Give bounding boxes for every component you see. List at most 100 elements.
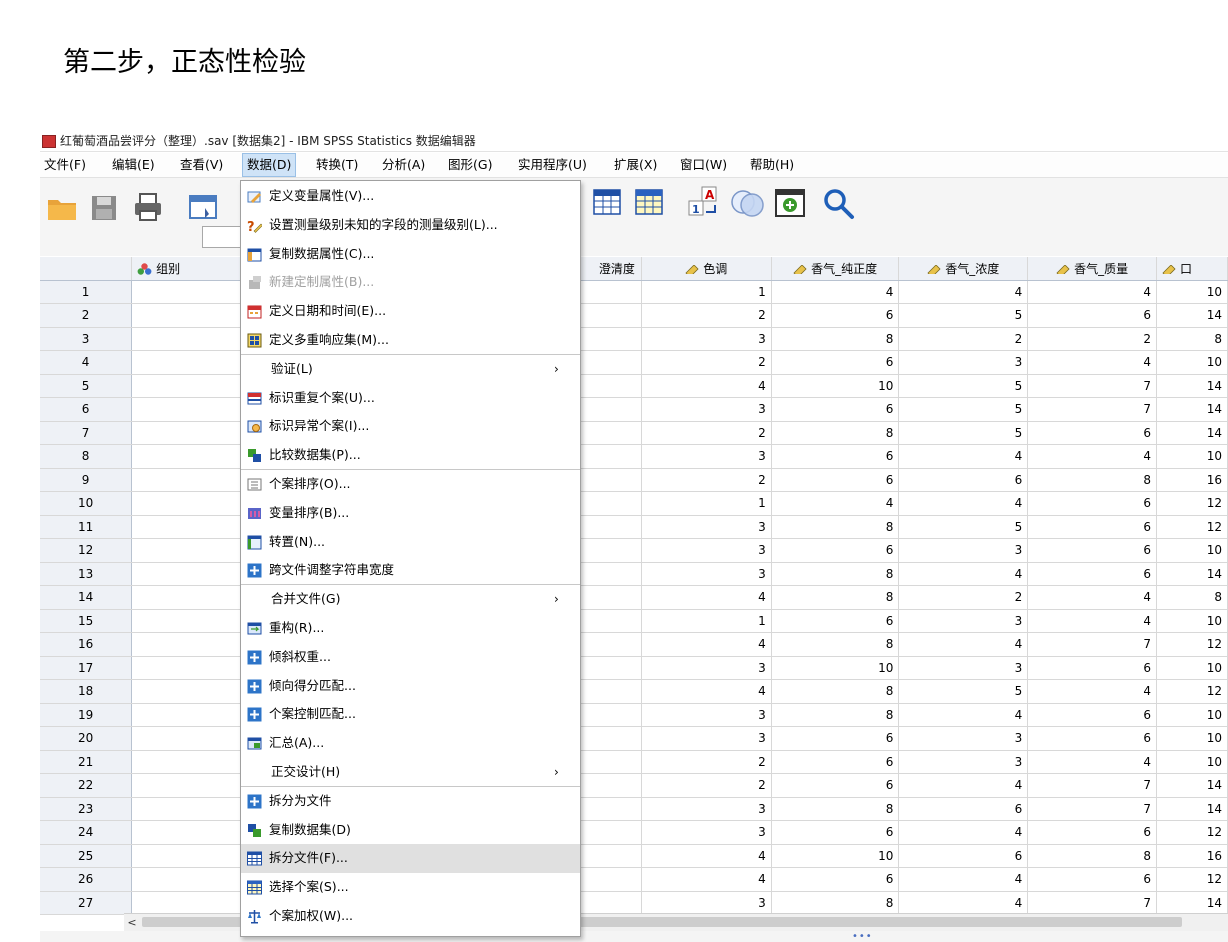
data-cell[interactable]: 6 (1027, 726, 1157, 751)
data-cell[interactable]: 4 (898, 562, 1029, 586)
data-cell[interactable]: 2 (641, 468, 772, 492)
data-cell[interactable]: 10 (771, 656, 900, 680)
data-menu-item-19[interactable]: 汇总(A)... (241, 729, 580, 758)
data-cell[interactable]: 12 (1156, 820, 1228, 845)
data-cell[interactable]: 12 (1156, 515, 1228, 539)
data-cell[interactable]: 10 (1156, 750, 1228, 774)
data-cell[interactable]: 3 (898, 609, 1029, 633)
data-cell[interactable]: 12 (1156, 632, 1228, 657)
data-cell[interactable]: 3 (898, 538, 1029, 563)
data-cell[interactable]: 6 (1027, 703, 1157, 727)
data-cell[interactable]: 6 (898, 797, 1029, 821)
column-header-partial[interactable]: 口 (1156, 257, 1228, 281)
data-cell[interactable]: 14 (1156, 421, 1228, 445)
data-menu-item-4[interactable]: 定义日期和时间(E)... (241, 297, 580, 326)
data-menu-item-21[interactable]: 拆分为文件 (241, 787, 580, 816)
data-menu-item-25[interactable]: 个案加权(W)... (241, 902, 580, 931)
data-cell[interactable]: 2 (898, 585, 1029, 610)
menu-item-6[interactable]: 图形(G) (444, 153, 496, 177)
menu-item-2[interactable]: 查看(V) (176, 153, 227, 177)
data-cell[interactable]: 8 (771, 562, 900, 586)
data-cell[interactable]: 14 (1156, 303, 1228, 328)
data-cell[interactable]: 4 (898, 891, 1029, 915)
data-cell[interactable]: 7 (1027, 374, 1157, 398)
menu-data-active[interactable]: 数据(D) (242, 153, 297, 177)
data-cell[interactable]: 5 (898, 303, 1029, 328)
select-cases-icon[interactable] (634, 188, 664, 216)
data-cell[interactable]: 3 (641, 538, 772, 563)
data-cell[interactable]: 2 (898, 327, 1029, 351)
data-cell[interactable]: 16 (1156, 468, 1228, 492)
data-cell[interactable]: 6 (1027, 421, 1157, 445)
data-cell[interactable]: 4 (1027, 444, 1157, 469)
data-cell[interactable]: 10 (1156, 280, 1228, 304)
data-cell[interactable]: 6 (771, 444, 900, 469)
data-menu-item-23[interactable]: 拆分文件(F)... (241, 844, 580, 874)
data-cell[interactable]: 2 (641, 773, 772, 798)
data-cell[interactable]: 1 (641, 609, 772, 633)
search-icon[interactable] (823, 188, 855, 220)
data-cell[interactable]: 4 (898, 444, 1029, 469)
data-cell[interactable]: 8 (771, 703, 900, 727)
data-cell[interactable]: 5 (898, 374, 1029, 398)
data-cell[interactable]: 2 (641, 750, 772, 774)
data-cell[interactable]: 10 (1156, 656, 1228, 680)
data-cell[interactable]: 6 (771, 350, 900, 375)
data-cell[interactable]: 6 (1027, 491, 1157, 516)
save-icon[interactable] (90, 194, 118, 222)
data-cell[interactable]: 16 (1156, 844, 1228, 868)
data-cell[interactable]: 6 (898, 844, 1029, 868)
data-cell[interactable]: 5 (898, 679, 1029, 704)
data-cell[interactable]: 6 (1027, 562, 1157, 586)
column-header-aroma-purity[interactable]: 香气_纯正度 (771, 257, 900, 281)
data-menu-item-1[interactable]: ? 设置测量级别未知的字段的测量级别(L)... (241, 211, 580, 240)
data-cell[interactable]: 8 (771, 632, 900, 657)
data-menu-item-6[interactable]: 验证(L) › (241, 355, 580, 384)
print-icon[interactable] (132, 192, 164, 222)
data-cell[interactable]: 3 (641, 726, 772, 751)
data-cell[interactable]: 2 (641, 350, 772, 375)
data-cell[interactable]: 6 (1027, 303, 1157, 328)
data-cell[interactable]: 4 (771, 491, 900, 516)
data-cell[interactable]: 3 (641, 515, 772, 539)
data-cell[interactable]: 8 (771, 515, 900, 539)
data-cell[interactable]: 4 (898, 703, 1029, 727)
data-menu-item-14[interactable]: 合并文件(G) › (241, 585, 580, 614)
data-cell[interactable]: 14 (1156, 562, 1228, 586)
data-menu-item-8[interactable]: 标识异常个案(I)... (241, 412, 580, 441)
data-cell[interactable]: 7 (1027, 773, 1157, 798)
scroll-left-arrow-icon[interactable]: < (124, 914, 140, 931)
data-cell[interactable]: 6 (771, 468, 900, 492)
data-cell[interactable]: 14 (1156, 374, 1228, 398)
data-cell[interactable]: 6 (898, 468, 1029, 492)
data-cell[interactable]: 5 (898, 421, 1029, 445)
show-all-variables-icon[interactable] (774, 186, 808, 218)
data-cell[interactable]: 4 (898, 491, 1029, 516)
data-cell[interactable]: 12 (1156, 491, 1228, 516)
data-cell[interactable]: 2 (641, 421, 772, 445)
data-cell[interactable]: 3 (641, 703, 772, 727)
data-cell[interactable]: 8 (771, 797, 900, 821)
data-cell[interactable]: 3 (898, 656, 1029, 680)
data-cell[interactable]: 6 (1027, 656, 1157, 680)
data-cell[interactable]: 4 (898, 867, 1029, 892)
data-cell[interactable]: 7 (1027, 891, 1157, 915)
data-menu-item-2[interactable]: 复制数据属性(C)... (241, 240, 580, 269)
data-cell[interactable]: 10 (771, 374, 900, 398)
data-cell[interactable]: 5 (898, 397, 1029, 422)
data-cell[interactable]: 5 (898, 515, 1029, 539)
open-folder-icon[interactable] (46, 194, 78, 222)
recall-dialog-icon[interactable] (188, 194, 220, 222)
data-cell[interactable]: 3 (641, 797, 772, 821)
data-menu-item-7[interactable]: 标识重复个案(U)... (241, 384, 580, 413)
menu-item-9[interactable]: 窗口(W) (676, 153, 731, 177)
data-cell[interactable]: 3 (641, 397, 772, 422)
data-cell[interactable]: 6 (771, 397, 900, 422)
data-cell[interactable]: 3 (641, 327, 772, 351)
menu-item-4[interactable]: 转换(T) (312, 153, 362, 177)
data-cell[interactable]: 6 (771, 773, 900, 798)
data-cell[interactable]: 7 (1027, 632, 1157, 657)
data-cell[interactable]: 6 (771, 538, 900, 563)
use-sets-icon[interactable] (730, 188, 766, 218)
data-menu-item-11[interactable]: 变量排序(B)... (241, 499, 580, 528)
